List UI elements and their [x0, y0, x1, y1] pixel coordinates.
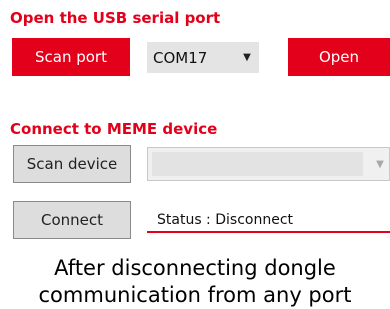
scan-port-button[interactable]: Scan port: [12, 38, 130, 76]
caption-line-2: communication from any port: [38, 283, 352, 307]
scan-device-button[interactable]: Scan device: [13, 145, 131, 183]
device-select: ▼: [147, 147, 390, 181]
caption-line-1: After disconnecting dongle: [54, 256, 336, 280]
usb-section-heading: Open the USB serial port: [10, 9, 221, 27]
open-button[interactable]: Open: [288, 38, 390, 76]
device-select-value: [152, 152, 363, 176]
port-select-value: COM17: [153, 48, 208, 67]
connection-status: Status : Disconnect: [147, 209, 390, 233]
port-select[interactable]: COM17 ▼: [147, 42, 259, 73]
chevron-down-icon: ▼: [376, 158, 384, 170]
meme-section-heading: Connect to MEME device: [10, 120, 218, 138]
connect-button[interactable]: Connect: [13, 201, 131, 239]
chevron-down-icon[interactable]: ▼: [235, 52, 259, 63]
